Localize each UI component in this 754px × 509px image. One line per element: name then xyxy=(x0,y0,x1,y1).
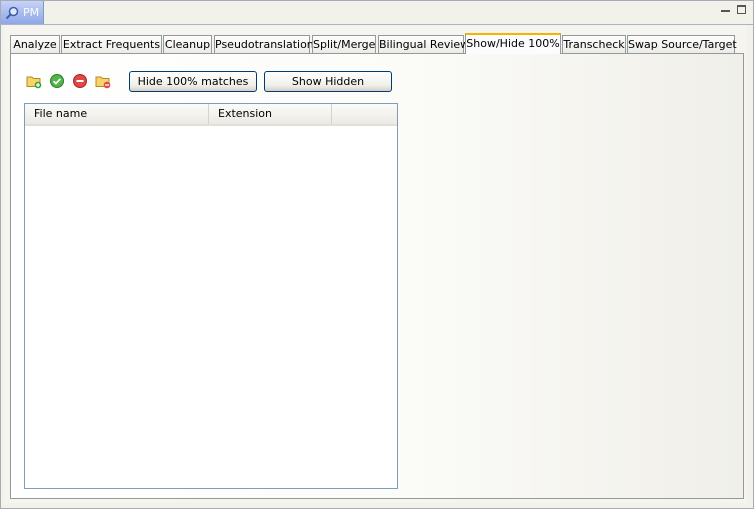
column-header-file-name[interactable]: File name xyxy=(25,104,209,124)
maximize-button[interactable] xyxy=(737,5,746,14)
table-header: File name Extension xyxy=(25,104,397,126)
tab-transcheck[interactable]: Transcheck xyxy=(562,35,626,53)
view-header: PM xyxy=(1,1,753,25)
tab-pseudotranslation[interactable]: Pseudotranslation xyxy=(214,35,314,53)
tab-split-merge[interactable]: Split/Merge xyxy=(312,35,376,53)
file-table[interactable]: File name Extension xyxy=(24,103,398,489)
check-icon[interactable] xyxy=(49,73,65,89)
add-folder-icon[interactable] xyxy=(26,73,42,89)
remove-folder-icon[interactable] xyxy=(95,73,111,89)
show-hide-panel: Hide 100% matches Show Hidden File name … xyxy=(10,53,744,499)
view-tab-pm[interactable]: PM xyxy=(1,1,44,24)
view-body: Analyze Extract Frequents Cleanup Pseudo… xyxy=(4,25,747,503)
show-hidden-button[interactable]: Show Hidden xyxy=(264,71,392,92)
tab-cleanup[interactable]: Cleanup xyxy=(163,35,212,53)
minimize-button[interactable] xyxy=(721,5,730,14)
pm-view-window: PM Analyze Extract Frequents Cleanup Pse… xyxy=(0,0,754,509)
column-header-extension[interactable]: Extension xyxy=(209,104,332,124)
tab-swap-source-target[interactable]: Swap Source/Target xyxy=(627,35,737,53)
magnifier-icon xyxy=(5,6,19,19)
remove-icon[interactable] xyxy=(72,73,88,89)
tab-extract-frequents[interactable]: Extract Frequents xyxy=(61,35,162,53)
view-title: PM xyxy=(23,6,40,19)
tab-bilingual-review[interactable]: Bilingual Review xyxy=(378,35,469,53)
tab-analyze[interactable]: Analyze xyxy=(10,35,60,53)
tab-show-hide-100[interactable]: Show/Hide 100% xyxy=(465,33,561,54)
hide-100-matches-button[interactable]: Hide 100% matches xyxy=(129,71,257,92)
